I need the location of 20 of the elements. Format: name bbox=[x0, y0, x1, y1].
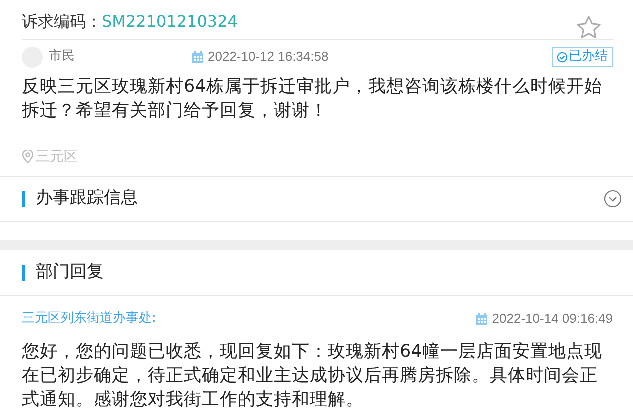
complaint-text: 反映三元区玫瑰新村64栋属于拆迁审批户，我想咨询该栋楼什么时候开始拆迁？希望有关部门给予回复，谢谢！ bbox=[22, 76, 604, 123]
check-circle-icon bbox=[557, 52, 568, 62]
complaint-code: SM22101210324 bbox=[102, 10, 238, 32]
reply-time: 2022-10-14 09:16:49 bbox=[492, 310, 613, 328]
calendar-icon bbox=[192, 50, 204, 64]
reply-text: 您好，您的问题已收悉，现回复如下：玫瑰新村64幢一层店面安置地点现在已初步确定，待正式确定和业主达成协议后再腾房拆除。具体时间会正式通知。感谢您对我街工作的支持和理解。 bbox=[22, 341, 604, 412]
calendar-icon bbox=[476, 312, 488, 326]
location-pin-icon bbox=[22, 150, 34, 164]
chevron-circle-icon[interactable] bbox=[604, 190, 622, 208]
star-icon[interactable] bbox=[575, 14, 603, 42]
author-name: 市民 bbox=[49, 48, 76, 66]
code-label: 诉求编码： bbox=[22, 10, 102, 32]
section-title: 部门回复 bbox=[36, 260, 104, 284]
section-title: 办事跟踪信息 bbox=[36, 187, 138, 210]
department-name: 三元区列东街道办事处: bbox=[22, 310, 156, 328]
status-badge: 已办结 bbox=[552, 47, 613, 67]
location-text: 三元区 bbox=[36, 148, 78, 166]
section-marker bbox=[22, 264, 25, 280]
section-marker bbox=[22, 191, 25, 207]
post-time: 2022-10-12 16:34:58 bbox=[208, 48, 329, 66]
